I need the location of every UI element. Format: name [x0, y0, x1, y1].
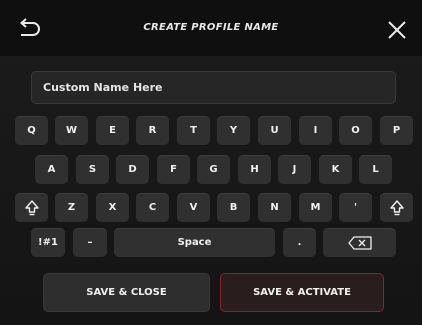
- save-close-button[interactable]: SAVE & CLOSE: [43, 273, 210, 312]
- save-activate-button[interactable]: SAVE & ACTIVATE: [220, 273, 384, 312]
- key-e[interactable]: E: [96, 116, 129, 145]
- space-key[interactable]: Space: [114, 228, 275, 257]
- shift-icon: [389, 199, 404, 215]
- dash-key[interactable]: –: [73, 228, 107, 257]
- key-apostrophe[interactable]: ': [339, 193, 372, 222]
- key-r[interactable]: R: [136, 116, 169, 145]
- key-i[interactable]: I: [299, 116, 332, 145]
- key-q[interactable]: Q: [15, 116, 48, 145]
- key-w[interactable]: W: [55, 116, 88, 145]
- key-v[interactable]: V: [177, 193, 210, 222]
- key-s[interactable]: S: [76, 155, 109, 184]
- key-n[interactable]: N: [258, 193, 291, 222]
- key-o[interactable]: O: [339, 116, 372, 145]
- key-z[interactable]: Z: [55, 193, 88, 222]
- key-f[interactable]: F: [157, 155, 190, 184]
- key-l[interactable]: L: [359, 155, 392, 184]
- key-y[interactable]: Y: [217, 116, 250, 145]
- shift-right-key[interactable]: [380, 193, 413, 222]
- symbols-key[interactable]: !#1: [31, 228, 65, 257]
- key-x[interactable]: X: [96, 193, 129, 222]
- key-d[interactable]: D: [116, 155, 149, 184]
- key-j[interactable]: J: [278, 155, 311, 184]
- shift-left-key[interactable]: [15, 193, 48, 222]
- key-b[interactable]: B: [217, 193, 250, 222]
- key-p[interactable]: P: [380, 116, 413, 145]
- key-k[interactable]: K: [319, 155, 352, 184]
- key-g[interactable]: G: [197, 155, 230, 184]
- page-title: CREATE PROFILE NAME: [143, 22, 279, 33]
- key-a[interactable]: A: [35, 155, 68, 184]
- key-c[interactable]: C: [136, 193, 169, 222]
- key-h[interactable]: H: [238, 155, 271, 184]
- key-m[interactable]: M: [299, 193, 332, 222]
- shift-icon: [24, 199, 39, 215]
- key-u[interactable]: U: [258, 116, 291, 145]
- profile-name-input[interactable]: Custom Name Here: [31, 71, 396, 104]
- header-bar: CREATE PROFILE NAME: [0, 0, 422, 56]
- close-button[interactable]: [387, 20, 407, 40]
- backspace-key[interactable]: [323, 228, 396, 257]
- close-icon: [388, 21, 406, 39]
- profile-name-screen: CREATE PROFILE NAME Custom Name Here Q W…: [0, 0, 422, 325]
- period-key[interactable]: .: [283, 228, 316, 257]
- backspace-icon: [347, 235, 372, 250]
- key-t[interactable]: T: [177, 116, 210, 145]
